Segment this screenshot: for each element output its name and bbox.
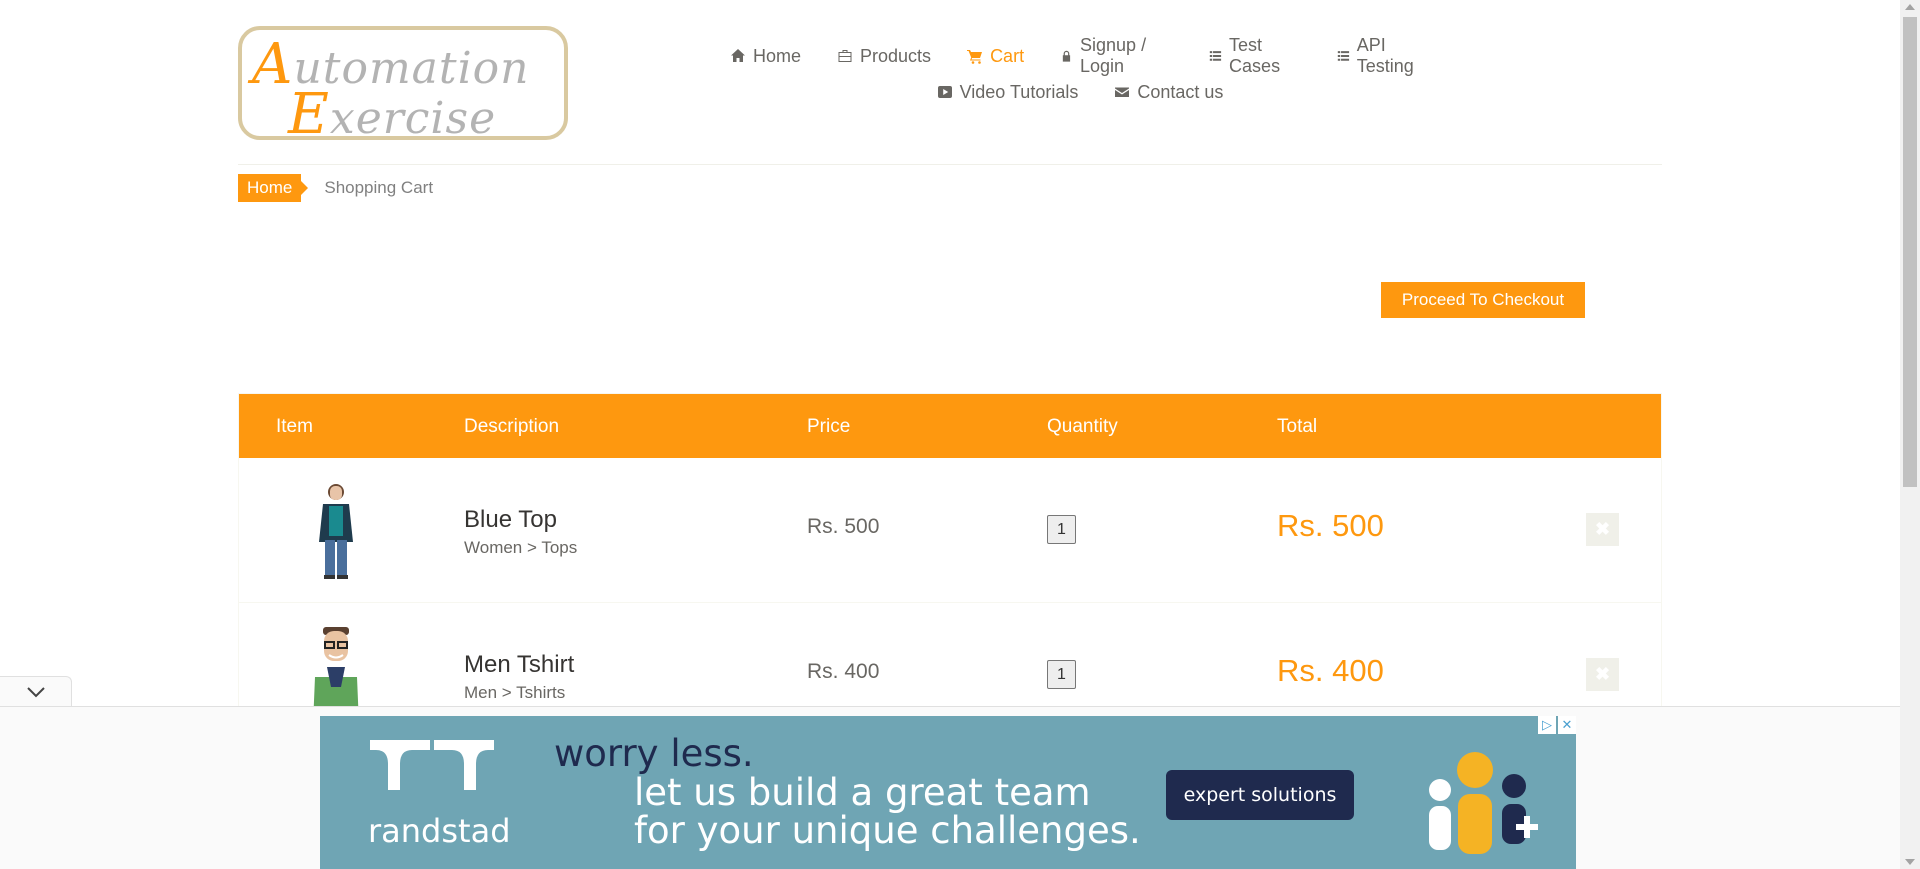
nav-home-label: Home: [753, 45, 802, 66]
list-icon: [1209, 51, 1222, 61]
scroll-down-icon[interactable]: [1905, 859, 1915, 865]
cart-row: Blue Top Women > Tops Rs. 500 1 Rs. 500 …: [239, 458, 1661, 603]
list-icon: [1337, 51, 1349, 61]
product-total: Rs. 500: [1277, 508, 1384, 543]
briefcase-icon: [838, 50, 852, 62]
nav-video-tutorials-label: Video Tutorials: [959, 81, 1079, 102]
cart-table-header: Item Description Price Quantity Total: [239, 394, 1661, 458]
nav-cart[interactable]: Cart: [967, 46, 1024, 67]
product-image-blue-top[interactable]: [301, 480, 371, 580]
quantity-display: 1: [1047, 660, 1076, 689]
randstad-logo-icon: [370, 740, 494, 790]
ad-controls: ▷ ✕: [1538, 716, 1576, 734]
close-icon: ✖: [1594, 519, 1611, 539]
logo-line-2: Exercise: [288, 82, 497, 147]
ad-tagline-2-line-2: for your unique challenges.: [634, 809, 1141, 852]
scrollbar-thumb[interactable]: [1903, 17, 1917, 487]
delete-item-button[interactable]: ✖: [1586, 658, 1619, 691]
header-description: Description: [464, 416, 560, 437]
ad-collapse-button[interactable]: [0, 676, 72, 707]
envelope-icon: [1115, 87, 1130, 97]
delete-item-button[interactable]: ✖: [1586, 513, 1619, 546]
header-quantity: Quantity: [1047, 416, 1118, 437]
ad-banner[interactable]: ▷ ✕ randstad worry less. let us build a …: [320, 716, 1576, 869]
nav-test-cases-label: Test Cases: [1229, 35, 1281, 76]
quantity-display: 1: [1047, 515, 1076, 544]
product-price: Rs. 500: [807, 515, 880, 538]
ad-brand: randstad: [368, 812, 511, 850]
lock-icon: [1062, 50, 1071, 62]
header-total: Total: [1277, 416, 1318, 437]
header-item: Item: [276, 416, 313, 437]
page-scrollbar[interactable]: [1900, 0, 1920, 869]
header-divider: [238, 164, 1662, 165]
breadcrumb-current: Shopping Cart: [324, 178, 434, 197]
nav-home[interactable]: Home: [730, 46, 801, 67]
nav-test-cases[interactable]: Test Cases: [1209, 35, 1301, 77]
nav-signup-login-label: Signup / Login: [1080, 35, 1147, 76]
header-price: Price: [807, 416, 851, 437]
proceed-to-checkout-button[interactable]: Proceed To Checkout: [1381, 282, 1585, 318]
product-name[interactable]: Men Tshirt: [464, 651, 574, 679]
nav-contact-us[interactable]: Contact us: [1114, 82, 1223, 103]
product-category: Women > Tops: [464, 538, 578, 557]
ad-container: ▷ ✕ randstad worry less. let us build a …: [0, 706, 1900, 869]
adchoices-icon[interactable]: ▷: [1538, 716, 1556, 734]
nav-row-1: Home Products Cart Signup / Login Test C…: [730, 35, 1430, 77]
ad-tagline-2: let us build a great team for your uniqu…: [634, 774, 1141, 850]
breadcrumb: Home Shopping Cart: [238, 174, 433, 202]
nav-api-testing-label: API Testing: [1356, 35, 1414, 76]
product-name[interactable]: Blue Top: [464, 506, 557, 534]
product-total: Rs. 400: [1277, 653, 1384, 688]
nav-products[interactable]: Products: [837, 46, 931, 67]
nav-contact-us-label: Contact us: [1137, 81, 1224, 102]
ad-cta-button[interactable]: expert solutions: [1166, 770, 1354, 820]
product-category: Men > Tshirts: [464, 683, 566, 702]
nav-cart-label: Cart: [990, 45, 1025, 66]
site-logo[interactable]: Automation Exercise: [238, 26, 568, 147]
scroll-up-icon[interactable]: [1905, 4, 1915, 10]
ad-close-icon[interactable]: ✕: [1558, 716, 1576, 734]
product-price: Rs. 400: [807, 660, 880, 683]
close-icon: ✖: [1594, 664, 1611, 684]
nav-products-label: Products: [860, 45, 932, 66]
nav-signup-login[interactable]: Signup / Login: [1060, 35, 1173, 77]
cart-table: Item Description Price Quantity Total Bl…: [238, 393, 1662, 749]
home-icon: [731, 49, 745, 62]
ad-tagline-1: worry less.: [554, 732, 754, 775]
team-icon: [1429, 752, 1538, 854]
nav-row-2: Video Tutorials Contact us: [730, 74, 1430, 110]
nav-video-tutorials[interactable]: Video Tutorials: [937, 81, 1079, 103]
nav-api-testing[interactable]: API Testing: [1337, 35, 1430, 77]
breadcrumb-home-link[interactable]: Home: [238, 174, 309, 202]
cart-icon: [967, 50, 983, 64]
youtube-icon: [937, 86, 952, 98]
main-nav: Home Products Cart Signup / Login Test C…: [730, 35, 1430, 110]
chevron-down-icon: [26, 687, 45, 698]
ad-tagline-2-line-1: let us build a great team: [634, 771, 1091, 814]
